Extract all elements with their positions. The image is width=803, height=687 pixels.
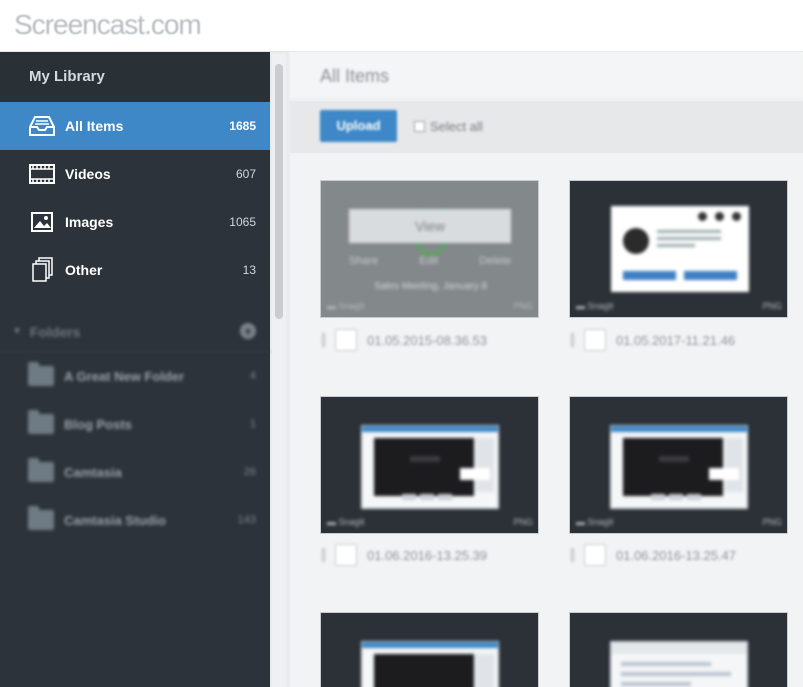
folder-icon — [28, 362, 54, 386]
sidebar-item-label: All Items — [65, 118, 124, 134]
media-thumbnail[interactable]: ▬ SnagIt PNG — [569, 180, 788, 318]
drag-handle-icon[interactable] — [322, 548, 325, 562]
folder-count: 1 — [249, 418, 256, 430]
drag-handle-icon[interactable] — [322, 333, 325, 347]
sidebar-item-images[interactable]: Images 1065 — [0, 198, 270, 246]
folders-label: Folders — [29, 323, 81, 340]
folder-icon — [28, 410, 54, 434]
folder-item[interactable]: Camtasia 26 — [0, 448, 270, 496]
media-item-footer: 01.06.2016-13.25.47 — [571, 544, 736, 566]
item-checkbox[interactable] — [335, 544, 357, 566]
sidebar-item-label: Videos — [65, 166, 111, 182]
app-screenshot — [361, 425, 499, 509]
file-kind: PNG — [513, 517, 533, 527]
sidebar-item-other[interactable]: Other 13 — [0, 246, 270, 294]
media-item-footer: 01.05.2015-08.36.53 — [322, 329, 487, 351]
folder-label: Camtasia — [64, 464, 122, 480]
sidebar-item-videos[interactable]: Videos 607 — [0, 150, 270, 198]
sidebar-scrollbar[interactable] — [272, 54, 286, 687]
image-icon — [29, 209, 55, 235]
thumbnail-meta: ▬ SnagIt PNG — [327, 517, 533, 527]
thumbnail-meta: ▬ SnagIt PNG — [576, 517, 782, 527]
film-strip-icon — [29, 161, 55, 187]
item-count: 1065 — [229, 215, 256, 229]
folders-header[interactable]: ▼ Folders + — [0, 312, 270, 352]
delete-link[interactable]: Delete — [479, 255, 511, 267]
top-bar: Screencast.com — [0, 0, 803, 52]
media-thumbnail[interactable] — [320, 612, 539, 687]
item-name[interactable]: 01.05.2015-08.36.53 — [367, 333, 487, 348]
select-all-label: Select all — [430, 119, 483, 134]
hover-actions: Share Edit Delete — [349, 255, 511, 267]
folder-count: 26 — [243, 466, 256, 478]
item-name[interactable]: 01.05.2017-11.21.46 — [616, 333, 735, 348]
thumbnail-meta: ▬ SnagIt PNG — [327, 301, 533, 311]
file-kind: PNG — [762, 301, 782, 311]
media-item-footer: 01.05.2017-11.21.46 — [571, 329, 735, 351]
drag-handle-icon[interactable] — [571, 548, 574, 562]
sidebar-title: My Library — [0, 52, 270, 102]
scroll-thumb[interactable] — [275, 64, 283, 319]
media-thumbnail[interactable]: View Share Edit Delete Sales Meeting, Ja… — [320, 180, 539, 318]
media-thumbnail[interactable] — [569, 612, 788, 687]
item-name[interactable]: 01.06.2016-13.25.39 — [367, 548, 487, 563]
folder-label: Camtasia Studio — [64, 512, 166, 528]
chevron-down-icon: ▼ — [12, 326, 22, 337]
folder-icon — [28, 458, 54, 482]
toolbar: Upload Select all — [290, 101, 803, 153]
view-button[interactable]: View — [349, 209, 511, 243]
item-checkbox[interactable] — [584, 544, 606, 566]
item-checkbox[interactable] — [335, 329, 357, 351]
folder-count: 4 — [249, 370, 256, 382]
folder-label: Blog Posts — [64, 416, 132, 432]
folder-item[interactable]: Blog Posts 1 — [0, 400, 270, 448]
item-name[interactable]: 01.06.2016-13.25.47 — [616, 548, 736, 563]
folder-tag: ▬ SnagIt — [327, 517, 365, 527]
folder-tag: ▬ SnagIt — [576, 517, 614, 527]
main-content: All Items Upload Select all View Share E… — [290, 52, 803, 687]
sidebar: My Library All Items 1685 Videos 607 Ima… — [0, 52, 270, 687]
inbox-tray-icon — [29, 113, 55, 139]
page-title: All Items — [290, 52, 803, 100]
app-screenshot — [610, 425, 748, 509]
media-thumbnail[interactable]: ▬ SnagIt PNG — [569, 396, 788, 534]
upload-button[interactable]: Upload — [320, 110, 397, 142]
dialog-screenshot — [611, 206, 749, 292]
sidebar-item-label: Other — [65, 262, 103, 278]
folder-count: 143 — [237, 514, 256, 526]
folder-label: A Great New Folder — [64, 368, 185, 384]
sidebar-item-all-items[interactable]: All Items 1685 — [0, 102, 270, 150]
drag-handle-icon[interactable] — [571, 333, 574, 347]
media-thumbnail[interactable]: ▬ SnagIt PNG — [320, 396, 539, 534]
media-title: Sales Meeting, January 8 — [374, 281, 487, 292]
file-kind: PNG — [762, 517, 782, 527]
folder-tag: ▬ SnagIt — [576, 301, 614, 311]
select-all-checkbox[interactable] — [414, 121, 425, 132]
edit-link[interactable]: Edit — [419, 255, 438, 267]
screencast-logo[interactable]: Screencast.com — [14, 9, 202, 41]
app-screenshot — [610, 641, 748, 687]
stacked-pages-icon — [29, 257, 55, 283]
item-checkbox[interactable] — [584, 329, 606, 351]
item-count: 1685 — [229, 119, 256, 133]
app-screenshot — [361, 641, 499, 687]
share-link[interactable]: Share — [349, 255, 378, 267]
folder-item[interactable]: A Great New Folder 4 — [0, 352, 270, 400]
select-all-toggle[interactable]: Select all — [414, 119, 483, 134]
folder-icon — [28, 506, 54, 530]
folder-item[interactable]: Camtasia Studio 143 — [0, 496, 270, 544]
add-folder-icon[interactable]: + — [240, 323, 256, 339]
folder-tag: ▬ SnagIt — [327, 301, 365, 311]
file-kind: PNG — [513, 301, 533, 311]
item-count: 13 — [242, 263, 256, 277]
thumbnail-meta: ▬ SnagIt PNG — [576, 301, 782, 311]
sidebar-item-label: Images — [65, 214, 114, 230]
item-count: 607 — [235, 167, 256, 181]
media-item-footer: 01.06.2016-13.25.39 — [322, 544, 487, 566]
